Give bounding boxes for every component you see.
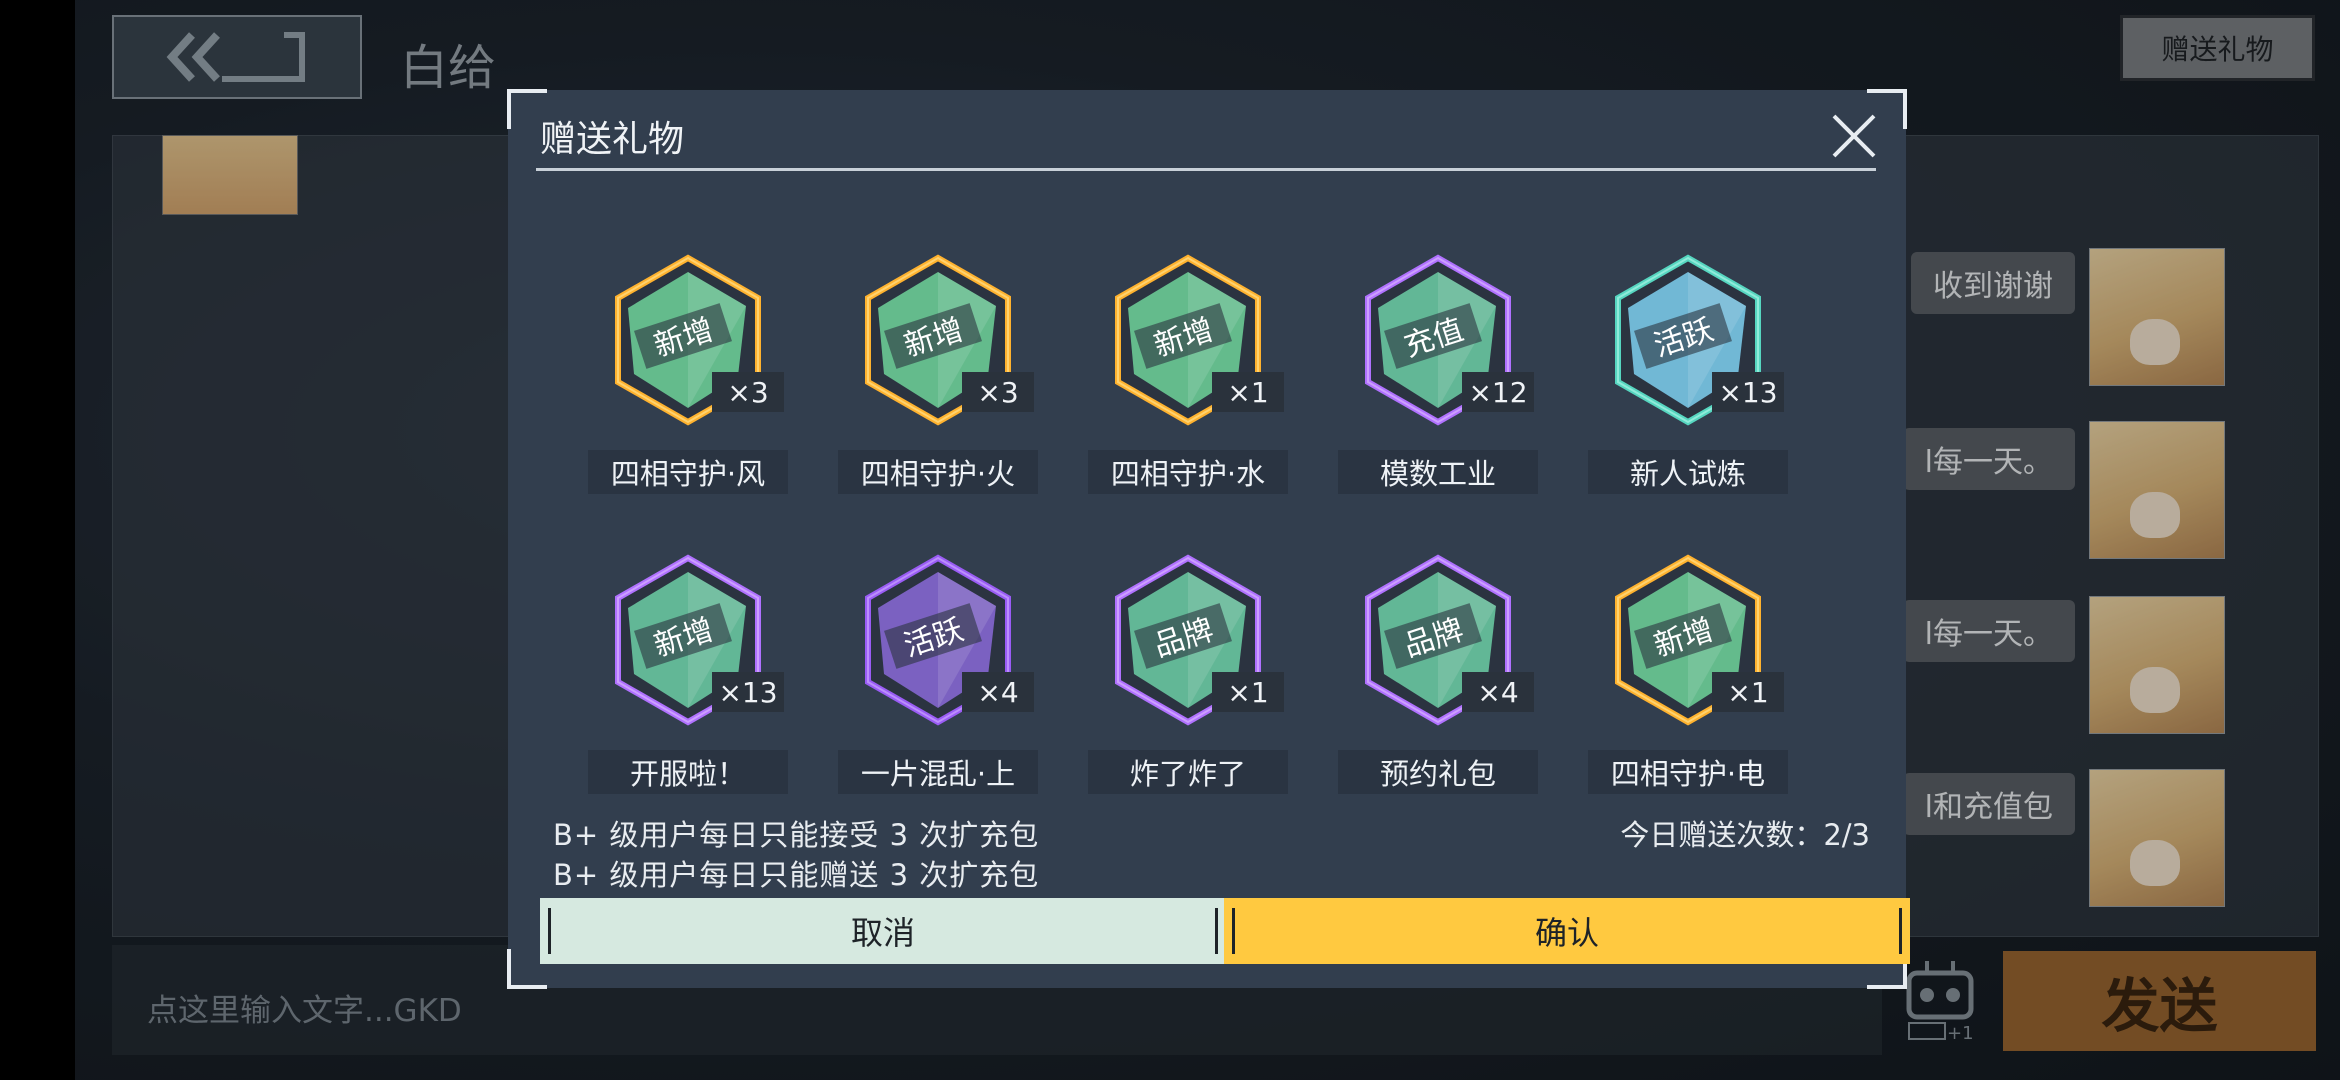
gift-name: 四相守护·电 [1588, 750, 1788, 794]
cancel-button[interactable]: 取消 [540, 898, 1226, 964]
gift-item[interactable]: 新增 ×1 四相守护·电 [1588, 550, 1788, 804]
gift-name: 模数工业 [1338, 450, 1538, 494]
gift-item[interactable]: 活跃 ×4 一片混乱·上 [838, 550, 1038, 804]
close-icon[interactable] [1826, 108, 1882, 164]
gift-count: ×1 [1212, 672, 1284, 712]
confirm-button[interactable]: 确认 [1224, 898, 1910, 964]
daily-gift-count: 今日赠送次数：2/3 [1620, 818, 1870, 852]
gift-item[interactable]: 新增 ×3 四相守护·火 [838, 250, 1038, 504]
title-divider [536, 168, 1876, 171]
gift-name: 预约礼包 [1338, 750, 1538, 794]
gift-count: ×4 [1462, 672, 1534, 712]
receive-limit-text: B+ 级用户每日只能接受 3 次扩充包 [553, 818, 1040, 852]
gift-item[interactable]: 新增 ×3 四相守护·风 [588, 250, 788, 504]
gift-item[interactable]: 新增 ×13 开服啦！ [588, 550, 788, 804]
gift-grid: 新增 ×3 四相守护·风 新增 ×3 四相守护·火 新增 ×1 四相守护·水 充值 ×12 模数工业活… [588, 250, 1838, 804]
gift-count: ×12 [1462, 372, 1534, 412]
gift-item[interactable]: 充值 ×12 模数工业 [1338, 250, 1538, 504]
gift-dialog: 赠送礼物 新增 ×3 四相守护·风 新增 ×3 四相守护·火 新增 ×1 四相守护·水 充值 ×12… [507, 89, 1910, 989]
gift-name: 新人试炼 [1588, 450, 1788, 494]
send-limit-text: B+ 级用户每日只能赠送 3 次扩充包 [553, 858, 1040, 892]
gift-item[interactable]: 新增 ×1 四相守护·水 [1088, 250, 1288, 504]
gift-name: 开服啦！ [588, 750, 788, 794]
gift-count: ×1 [1712, 672, 1784, 712]
gift-count: ×13 [1712, 372, 1784, 412]
gift-name: 炸了炸了 [1088, 750, 1288, 794]
gift-item[interactable]: 品牌 ×4 预约礼包 [1338, 550, 1538, 804]
gift-count: ×3 [712, 372, 784, 412]
gift-name: 四相守护·风 [588, 450, 788, 494]
gift-item[interactable]: 活跃 ×13 新人试炼 [1588, 250, 1788, 504]
gift-count: ×3 [962, 372, 1034, 412]
gift-count: ×4 [962, 672, 1034, 712]
gift-count: ×1 [1212, 372, 1284, 412]
gift-item[interactable]: 品牌 ×1 炸了炸了 [1088, 550, 1288, 804]
gift-name: 四相守护·火 [838, 450, 1038, 494]
gift-count: ×13 [712, 672, 784, 712]
dialog-title: 赠送礼物 [540, 119, 685, 160]
gift-name: 四相守护·水 [1088, 450, 1288, 494]
gift-name: 一片混乱·上 [838, 750, 1038, 794]
